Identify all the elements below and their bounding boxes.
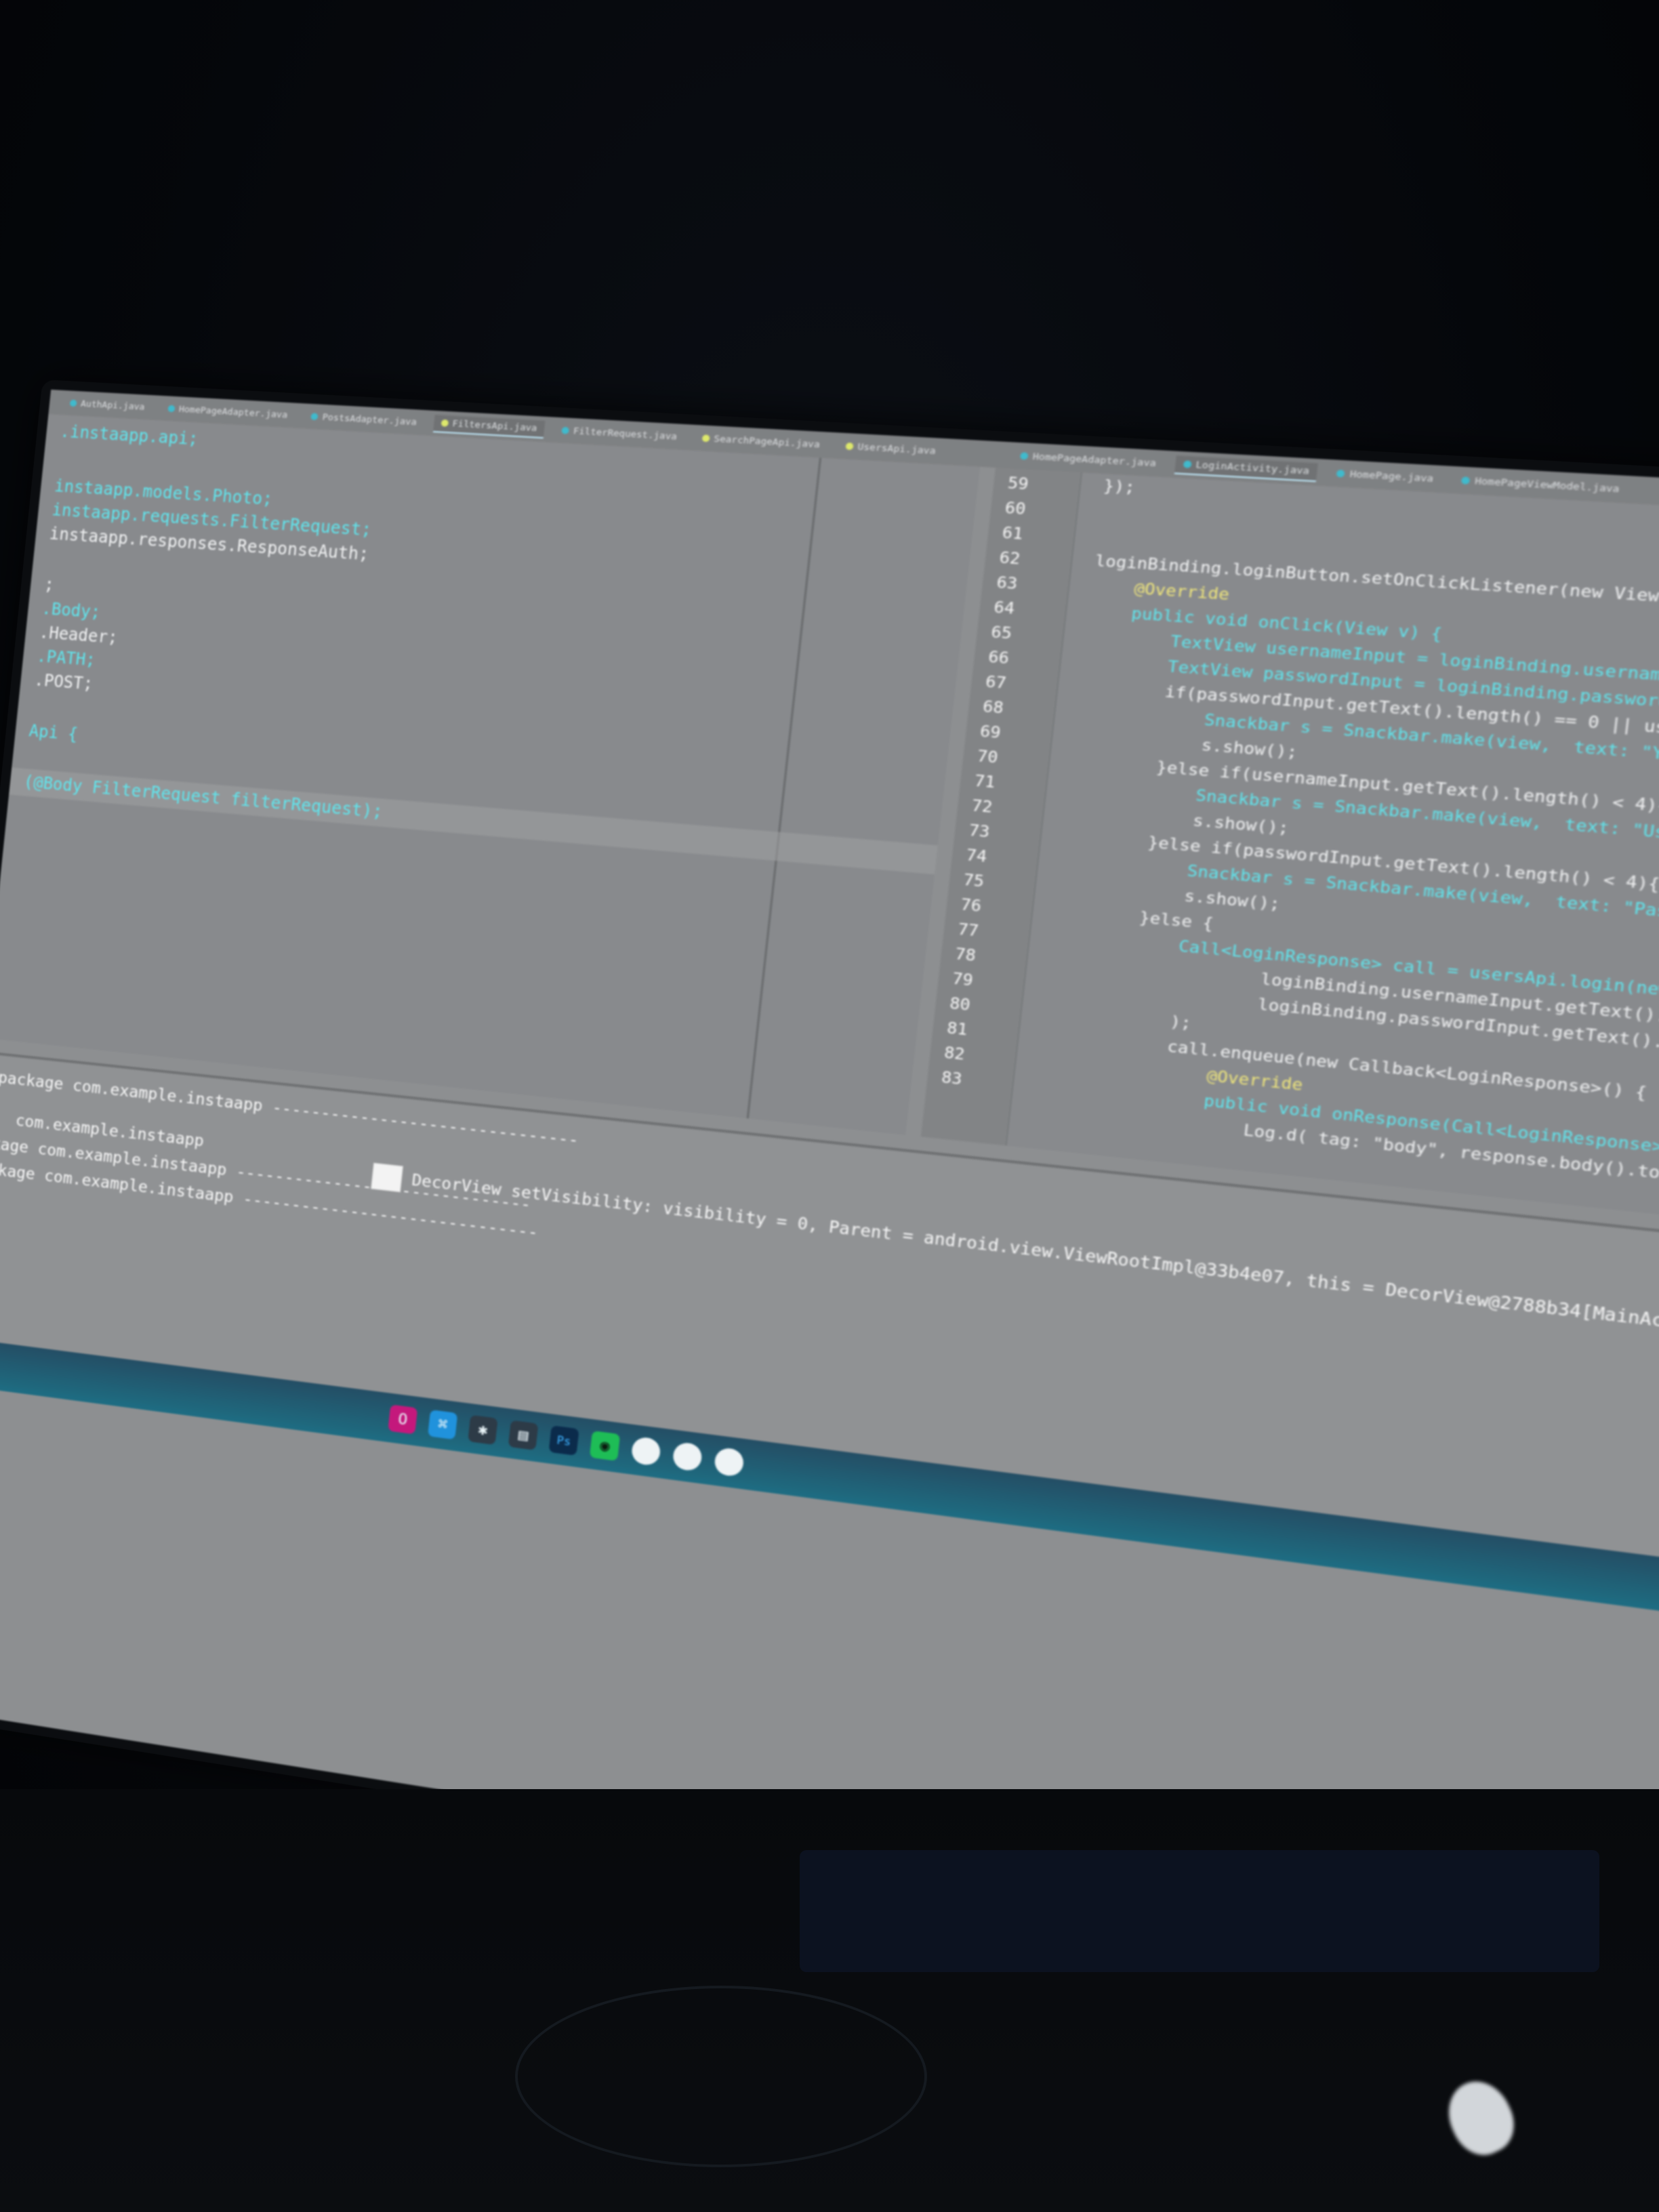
slack-icon[interactable]: ✱	[468, 1415, 498, 1445]
line-number: 61	[1001, 524, 1023, 544]
monitor: AuthApi.java HomePageAdapter.java PostsA…	[0, 380, 1659, 2018]
java-file-icon	[845, 443, 853, 450]
line-number: 63	[996, 574, 1018, 594]
line-number: 82	[943, 1044, 966, 1064]
editor-tab[interactable]: HomePage.java	[1328, 464, 1443, 488]
code-line: });	[1103, 477, 1136, 497]
java-file-icon	[1461, 476, 1471, 485]
photoshop-icon[interactable]: Ps	[549, 1425, 579, 1456]
java-file-icon	[70, 400, 77, 407]
line-number: 59	[1007, 474, 1029, 494]
line-number: 68	[982, 698, 1004, 718]
photo-scene: AuthApi.java HomePageAdapter.java PostsA…	[0, 0, 1659, 2212]
editor-tab[interactable]: FilterRequest.java	[554, 422, 685, 445]
java-file-icon	[1336, 470, 1345, 478]
line-number: 60	[1004, 499, 1026, 519]
editor-tab[interactable]: HomePageAdapter.java	[1012, 447, 1165, 472]
code-line: .PATH;	[36, 647, 96, 670]
line-number: 80	[949, 995, 971, 1015]
line-number: 64	[993, 598, 1015, 618]
line-number: 73	[968, 821, 990, 841]
editor-tab-active[interactable]: LoginActivity.java	[1174, 455, 1318, 482]
editor-tab-active[interactable]: FiltersApi.java	[433, 415, 546, 438]
code-line: .Body;	[41, 599, 101, 622]
line-number: 66	[987, 649, 1010, 668]
editor-tab[interactable]: SearchPageApi.java	[694, 430, 828, 453]
java-file-icon	[167, 405, 175, 413]
editor-tab[interactable]: HomePageAdapter.java	[160, 400, 295, 423]
line-number: 76	[960, 896, 982, 916]
app-icon[interactable]	[714, 1447, 745, 1477]
code-line: .POST;	[33, 670, 94, 694]
java-file-icon	[1183, 460, 1191, 468]
right-margin-guide	[747, 457, 822, 1118]
java-file-icon	[441, 419, 449, 427]
line-number: 71	[974, 772, 996, 792]
line-number: 70	[977, 747, 999, 767]
java-file-icon	[1020, 452, 1029, 459]
line-number: 78	[954, 945, 977, 966]
line-number: 83	[941, 1069, 963, 1089]
line-number: 75	[962, 871, 985, 890]
code-line: ;	[43, 575, 55, 594]
line-number: 62	[998, 549, 1021, 569]
vscode-icon[interactable]: ⌘	[428, 1410, 457, 1439]
monitor-stand	[800, 1850, 1599, 1972]
line-number: 79	[951, 970, 974, 990]
spotify-icon[interactable]: ◉	[590, 1431, 620, 1461]
line-number: 72	[970, 797, 993, 817]
log-level-icon	[371, 1163, 403, 1193]
code-line: .Header;	[39, 623, 119, 648]
notes-icon[interactable]: ▤	[508, 1420, 539, 1450]
code-line: @Override	[1091, 577, 1230, 604]
java-file-icon	[311, 413, 319, 420]
app-icon[interactable]	[672, 1441, 703, 1472]
editor-tab[interactable]: PostsAdapter.java	[304, 408, 425, 430]
left-code-editor[interactable]: .instaapp.api; instaapp.models.Photo; in…	[0, 414, 980, 1135]
editor-tab[interactable]: AuthApi.java	[62, 395, 152, 415]
opera-icon[interactable]: O	[388, 1404, 417, 1434]
java-file-icon	[701, 434, 710, 442]
java-file-icon	[561, 427, 569, 434]
line-number: 77	[957, 920, 979, 941]
code-line: .instaapp.api;	[59, 422, 199, 449]
right-code-editor[interactable]: 59 60 61 62 63 64 65 66 67 68 69 70 71 72 73 74 75 76 77 78…	[921, 468, 1659, 1240]
editor-tab[interactable]: HomePageViewModel.java	[1452, 471, 1629, 498]
line-number: 74	[965, 846, 987, 866]
editor-tab[interactable]: UsersApi.java	[837, 437, 944, 459]
line-number: 65	[990, 623, 1012, 643]
line-number: 69	[979, 722, 1002, 742]
app-icon[interactable]	[630, 1436, 661, 1467]
cable	[515, 1986, 927, 2167]
line-number: 81	[946, 1019, 968, 1040]
code-line: Api {	[28, 721, 79, 744]
line-number: 67	[985, 673, 1007, 693]
